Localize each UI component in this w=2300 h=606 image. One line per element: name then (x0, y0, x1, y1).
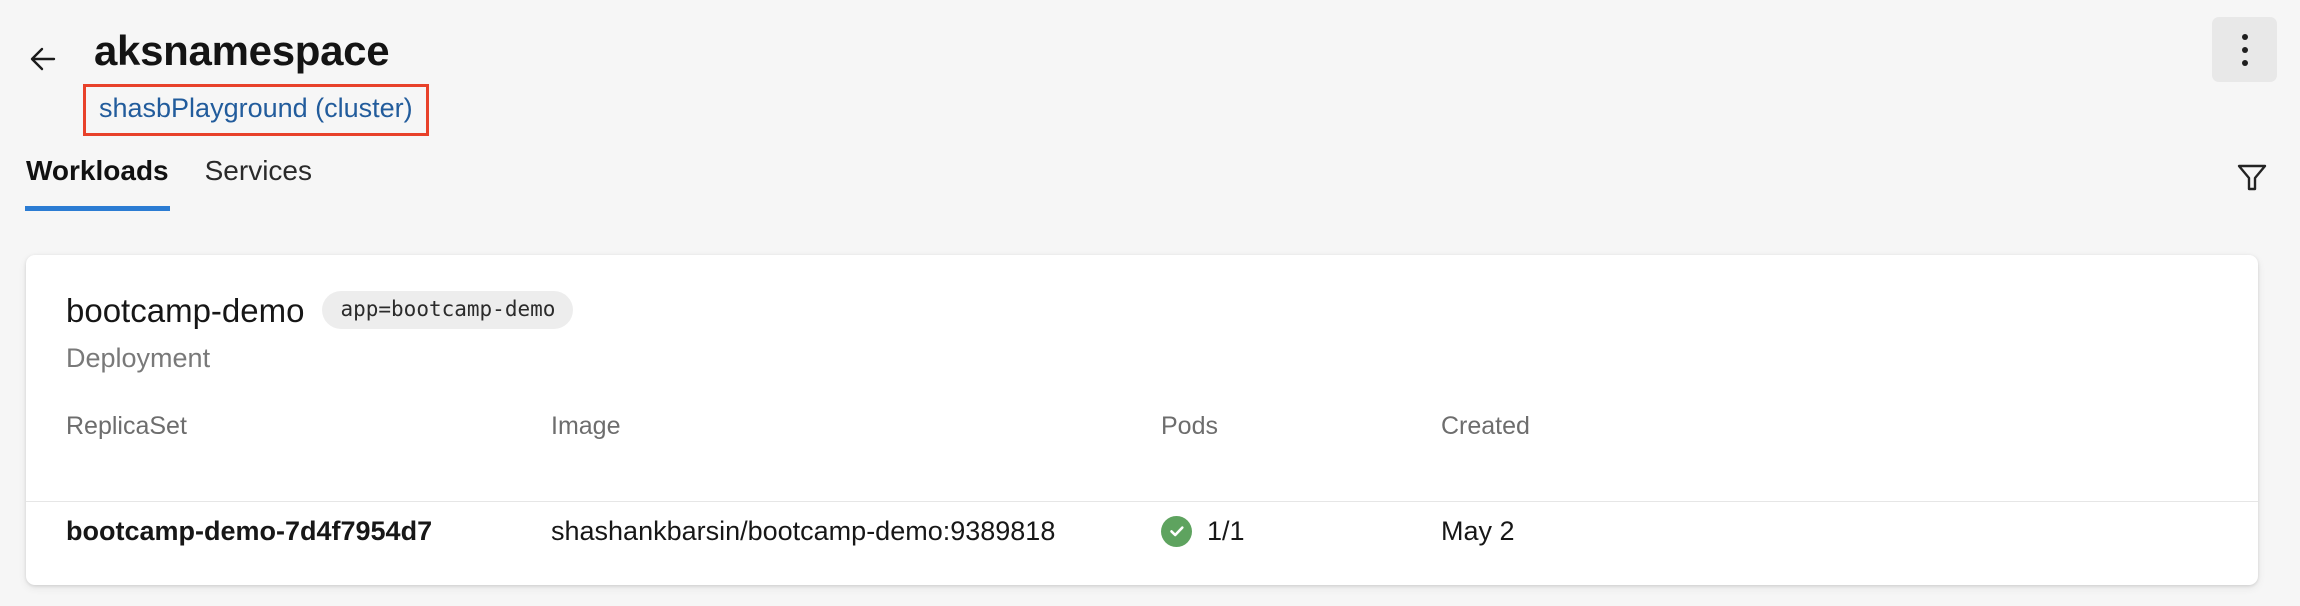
pods-ready-count: 1/1 (1207, 515, 1245, 546)
check-circle-icon (1161, 515, 1192, 547)
column-header-created: Created (1441, 411, 1530, 440)
workload-label-badge: app=bootcamp-demo (322, 291, 574, 329)
table-row[interactable]: bootcamp-demo-7d4f7954d7 shashankbarsin/… (26, 502, 2258, 560)
workload-name: bootcamp-demo (66, 291, 305, 329)
cell-created: May 2 (1441, 515, 1515, 546)
cluster-link[interactable]: shasbPlayground (cluster) (99, 93, 413, 124)
more-options-button[interactable] (2212, 17, 2277, 82)
table-header-row: ReplicaSet Image Pods Created (26, 395, 2258, 457)
arrow-left-icon[interactable] (24, 36, 70, 82)
kebab-menu-icon (2241, 33, 2248, 66)
cluster-link-highlight: shasbPlayground (cluster) (83, 84, 429, 137)
tab-services[interactable]: Services (205, 155, 312, 211)
page-header: aksnamespace shasbPlayground (cluster) W… (0, 0, 2300, 222)
tab-bar: Workloads Services (25, 155, 312, 211)
cell-replicaset-name: bootcamp-demo-7d4f7954d7 (66, 515, 433, 546)
filter-funnel-icon[interactable] (2228, 152, 2276, 200)
cell-image: shashankbarsin/bootcamp-demo:9389818 (551, 515, 1056, 546)
cell-pods: 1/1 (1161, 515, 1441, 547)
workload-title-row: bootcamp-demo app=bootcamp-demo (66, 291, 2258, 329)
tab-workloads[interactable]: Workloads (25, 155, 170, 211)
page-title: aksnamespace (94, 27, 390, 74)
column-header-pods: Pods (1161, 411, 1218, 440)
workload-kind: Deployment (66, 343, 211, 373)
workloads-page: aksnamespace shasbPlayground (cluster) W… (0, 0, 2300, 606)
column-header-replicaset: ReplicaSet (66, 411, 187, 440)
workload-card-header: bootcamp-demo app=bootcamp-demo Deployme… (26, 255, 2258, 372)
column-header-image: Image (551, 411, 621, 440)
workload-card: bootcamp-demo app=bootcamp-demo Deployme… (26, 255, 2258, 585)
